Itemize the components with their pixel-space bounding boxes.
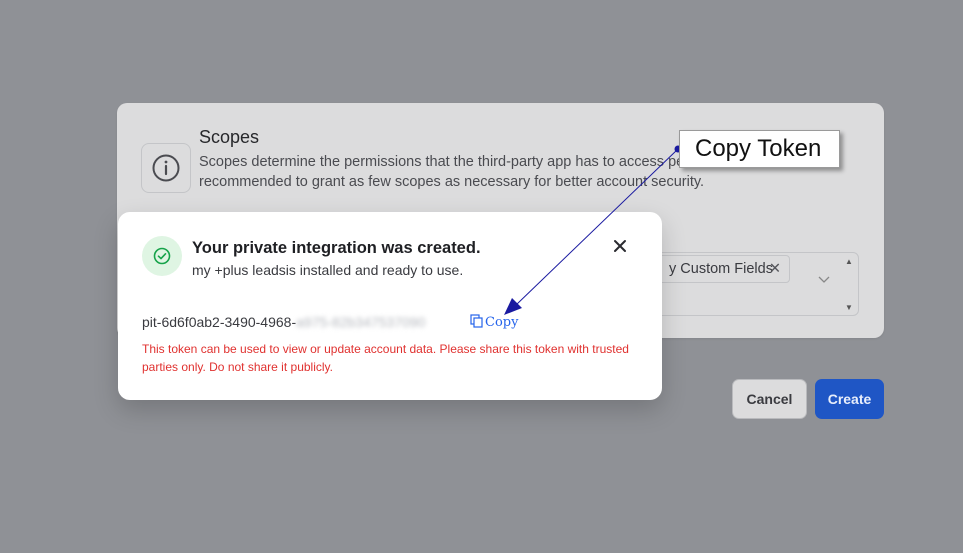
annotation-arrow [504,145,682,315]
annotation-label: Copy Token [679,130,840,168]
